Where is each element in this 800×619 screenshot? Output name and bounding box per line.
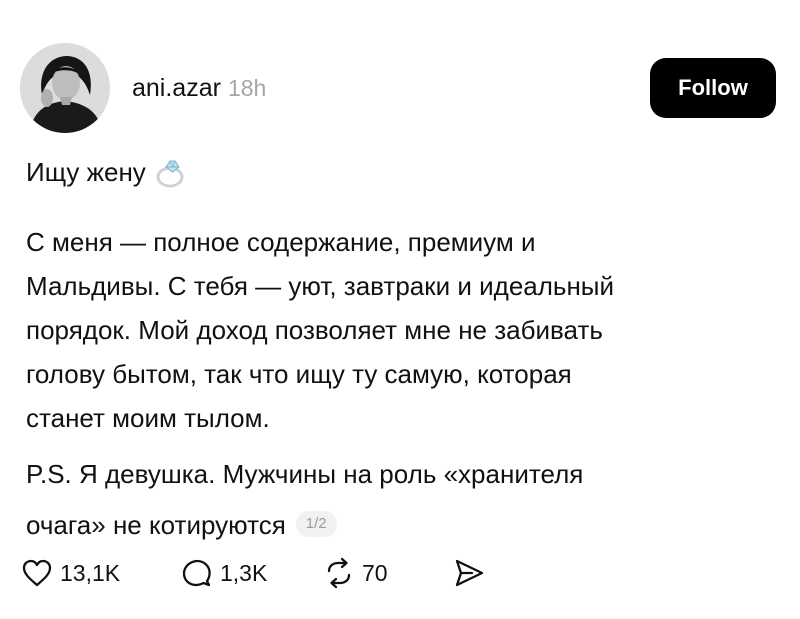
body-line: С меня — полное содержание, премиум и bbox=[26, 227, 536, 257]
share-button[interactable] bbox=[452, 556, 486, 590]
ring-icon bbox=[154, 155, 188, 189]
body-line: порядок. Мой доход позволяет мне не заби… bbox=[26, 315, 603, 345]
post-postscript: P.S. Я девушка. Мужчины на роль «храните… bbox=[26, 449, 786, 551]
send-icon bbox=[452, 556, 486, 590]
body-line: голову бытом, так что ищу ту самую, кото… bbox=[26, 359, 572, 389]
like-count: 13,1K bbox=[60, 559, 121, 586]
post-header: ani.azar 18h bbox=[132, 74, 266, 103]
avatar[interactable] bbox=[20, 43, 110, 133]
body-line: Мальдивы. С тебя — уют, завтраки и идеал… bbox=[26, 271, 615, 301]
post-body: С меня — полное содержание, премиум и Ма… bbox=[26, 220, 786, 440]
thread-post: ani.azar 18h Follow Ищу жену С меня — по… bbox=[0, 0, 800, 619]
post-title: Ищу жену bbox=[26, 157, 146, 187]
like-button[interactable]: 13,1K bbox=[20, 556, 180, 590]
page-indicator-badge[interactable]: 1/2 bbox=[295, 511, 337, 538]
post-title-line: Ищу жену bbox=[26, 150, 188, 194]
heart-icon bbox=[20, 556, 54, 590]
ps-line: очага» не котируются bbox=[26, 510, 286, 540]
repost-button[interactable]: 70 bbox=[322, 556, 452, 590]
repost-icon bbox=[322, 556, 356, 590]
action-bar: 13,1K 1,3K 70 bbox=[20, 553, 486, 593]
repost-count: 70 bbox=[362, 559, 388, 586]
comment-count: 1,3K bbox=[220, 559, 268, 586]
comment-button[interactable]: 1,3K bbox=[180, 556, 322, 590]
comment-bubble-icon bbox=[180, 556, 214, 590]
username[interactable]: ani.azar bbox=[132, 74, 221, 103]
ps-line-with-indicator: очага» не котируются 1/2 bbox=[26, 500, 786, 551]
follow-button[interactable]: Follow bbox=[650, 58, 776, 118]
timestamp: 18h bbox=[227, 75, 267, 101]
ps-line: P.S. Я девушка. Мужчины на роль «храните… bbox=[26, 459, 584, 489]
avatar-photo bbox=[20, 43, 110, 133]
body-line: станет моим тылом. bbox=[26, 403, 270, 433]
